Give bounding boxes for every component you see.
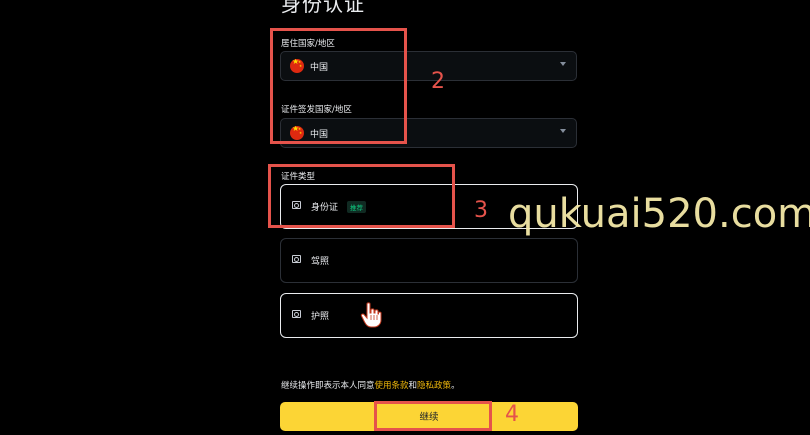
annotation-box-4 [374, 401, 492, 431]
doc-option-label: 护照 [311, 312, 330, 322]
pointer-hand-icon [360, 302, 382, 328]
annotation-box-2 [270, 28, 407, 144]
annotation-number-2: 2 [431, 69, 445, 94]
consent-and: 和 [408, 381, 418, 391]
page-title: 身份认证 [281, 0, 365, 16]
doc-option-passport[interactable]: 护照 [280, 293, 578, 338]
watermark-text: qukuai520.com [508, 191, 810, 237]
terms-link[interactable]: 使用条款 [375, 381, 409, 391]
chevron-down-icon [560, 129, 566, 133]
consent-suffix: 。 [451, 381, 460, 391]
annotation-number-4: 4 [505, 402, 519, 427]
consent-text: 继续操作即表示本人同意使用条款和隐私政策。 [281, 379, 460, 391]
doc-option-driver-license[interactable]: 驾照 [280, 238, 578, 283]
license-icon [292, 255, 301, 263]
passport-icon [292, 310, 301, 318]
annotation-box-3 [268, 164, 455, 228]
doc-option-label: 驾照 [311, 257, 330, 267]
consent-prefix: 继续操作即表示本人同意 [281, 381, 375, 391]
privacy-link[interactable]: 隐私政策 [417, 381, 451, 391]
chevron-down-icon [560, 62, 566, 66]
annotation-number-3: 3 [474, 198, 488, 223]
